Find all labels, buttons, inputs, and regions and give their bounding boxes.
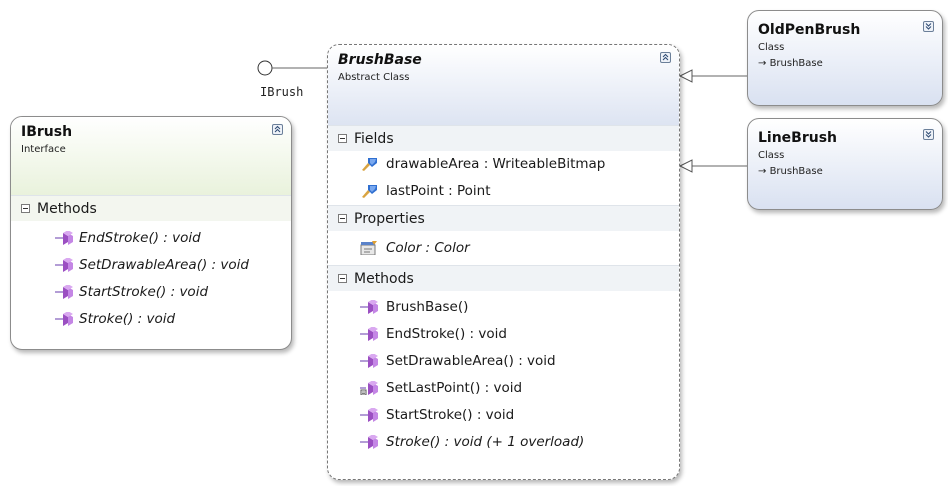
method-icon xyxy=(55,285,73,299)
brushbase-fields-section[interactable]: Fields xyxy=(328,125,679,151)
interface-lollipop-circle xyxy=(257,60,273,76)
oldpenbrush-title: OldPenBrush xyxy=(758,22,861,38)
member-text: Stroke() : void xyxy=(79,311,176,327)
method-icon xyxy=(55,312,73,326)
method-icon xyxy=(360,435,378,449)
brushbase-method-setdrawablearea[interactable]: SetDrawableArea() : void xyxy=(328,348,679,375)
brushbase-stereotype: Abstract Class xyxy=(338,72,410,83)
field-icon xyxy=(362,185,377,198)
collapse-minus-icon[interactable] xyxy=(338,134,347,143)
section-label: Methods xyxy=(37,201,97,217)
brushbase-method-brushbase[interactable]: BrushBase() xyxy=(328,294,679,321)
collapse-minus-icon[interactable] xyxy=(338,214,347,223)
member-text: StartStroke() : void xyxy=(79,284,209,300)
collapse-minus-icon[interactable] xyxy=(338,274,347,283)
brushbase-shape[interactable]: BrushBase Abstract Class Fields drawable… xyxy=(327,44,680,480)
member-text: StartStroke() : void xyxy=(386,407,515,423)
brushbase-method-startstroke[interactable]: StartStroke() : void xyxy=(328,402,679,429)
brushbase-properties-section[interactable]: Properties xyxy=(328,205,679,231)
member-text: lastPoint : Point xyxy=(386,183,491,199)
oldpenbrush-expand-button[interactable] xyxy=(923,21,934,32)
method-icon xyxy=(360,408,378,422)
method-icon xyxy=(360,300,378,314)
lollipop-label: IBrush xyxy=(260,85,304,99)
oldpenbrush-shape[interactable]: OldPenBrush Class → BrushBase xyxy=(747,10,943,106)
brushbase-title: BrushBase xyxy=(338,52,422,68)
brushbase-collapse-button[interactable] xyxy=(660,52,671,63)
linebrush-shape[interactable]: LineBrush Class → BrushBase xyxy=(747,118,943,210)
protected-method-icon xyxy=(360,381,378,395)
linebrush-stereotype: Class xyxy=(758,150,785,161)
chevron-up-icon xyxy=(662,53,669,61)
brushbase-method-setlastpoint[interactable]: SetLastPoint() : void xyxy=(328,375,679,402)
brushbase-method-stroke[interactable]: Stroke() : void (+ 1 overload) xyxy=(328,429,679,456)
inheritance-arrowhead-oldpenbrush xyxy=(678,69,693,83)
collapse-minus-icon[interactable] xyxy=(21,204,30,213)
inherits-arrow-icon: → xyxy=(758,58,770,69)
method-icon xyxy=(360,354,378,368)
member-text: SetDrawableArea() : void xyxy=(79,257,249,273)
field-icon xyxy=(362,158,377,171)
ibrush-title: IBrush xyxy=(21,124,73,140)
oldpenbrush-inherits: → BrushBase xyxy=(758,57,932,71)
linebrush-title: LineBrush xyxy=(758,130,838,146)
ibrush-member-stroke[interactable]: Stroke() : void xyxy=(11,306,291,333)
ibrush-member-startstroke[interactable]: StartStroke() : void xyxy=(11,279,291,306)
chevron-down-icon xyxy=(925,23,932,30)
section-label: Methods xyxy=(354,271,414,287)
inherits-label: BrushBase xyxy=(769,58,823,69)
method-icon xyxy=(55,258,73,272)
ibrush-methods-section[interactable]: Methods xyxy=(11,195,291,221)
brushbase-field-drawablearea[interactable]: drawableArea : WriteableBitmap xyxy=(328,151,679,178)
member-text: drawableArea : WriteableBitmap xyxy=(386,156,606,172)
ibrush-stereotype: Interface xyxy=(21,144,66,155)
section-label: Properties xyxy=(354,211,425,227)
property-icon xyxy=(360,241,377,255)
inheritance-arrowhead-linebrush xyxy=(678,159,693,173)
member-text: BrushBase() xyxy=(386,299,469,315)
member-text: Color : Color xyxy=(386,240,470,256)
member-text: Stroke() : void (+ 1 overload) xyxy=(386,434,585,450)
member-text: SetDrawableArea() : void xyxy=(386,353,556,369)
ibrush-collapse-button[interactable] xyxy=(272,124,283,135)
ibrush-member-endstroke[interactable]: EndStroke() : void xyxy=(11,225,291,252)
brushbase-methods-section[interactable]: Methods xyxy=(328,265,679,291)
oldpenbrush-stereotype: Class xyxy=(758,42,785,53)
linebrush-inherits: → BrushBase xyxy=(758,165,932,179)
method-icon xyxy=(360,327,378,341)
inherits-arrow-icon: → xyxy=(758,166,770,177)
inherits-label: BrushBase xyxy=(769,166,823,177)
brushbase-method-endstroke[interactable]: EndStroke() : void xyxy=(328,321,679,348)
member-text: EndStroke() : void xyxy=(79,230,201,246)
method-icon xyxy=(55,231,73,245)
linebrush-header: LineBrush Class → BrushBase xyxy=(748,119,942,179)
oldpenbrush-header: OldPenBrush Class → BrushBase xyxy=(748,11,942,71)
ibrush-shape[interactable]: IBrush Interface Methods EndStroke() : v… xyxy=(10,116,292,350)
section-label: Fields xyxy=(354,131,394,147)
chevron-down-icon xyxy=(925,131,932,138)
brushbase-field-lastpoint[interactable]: lastPoint : Point xyxy=(328,178,679,205)
ibrush-member-setdrawablearea[interactable]: SetDrawableArea() : void xyxy=(11,252,291,279)
linebrush-expand-button[interactable] xyxy=(923,129,934,140)
chevron-up-icon xyxy=(274,125,281,133)
ibrush-header: IBrush Interface xyxy=(11,117,291,195)
brushbase-header: BrushBase Abstract Class xyxy=(328,45,679,125)
member-text: SetLastPoint() : void xyxy=(386,380,523,396)
brushbase-property-color[interactable]: Color : Color xyxy=(328,235,679,262)
member-text: EndStroke() : void xyxy=(386,326,507,342)
